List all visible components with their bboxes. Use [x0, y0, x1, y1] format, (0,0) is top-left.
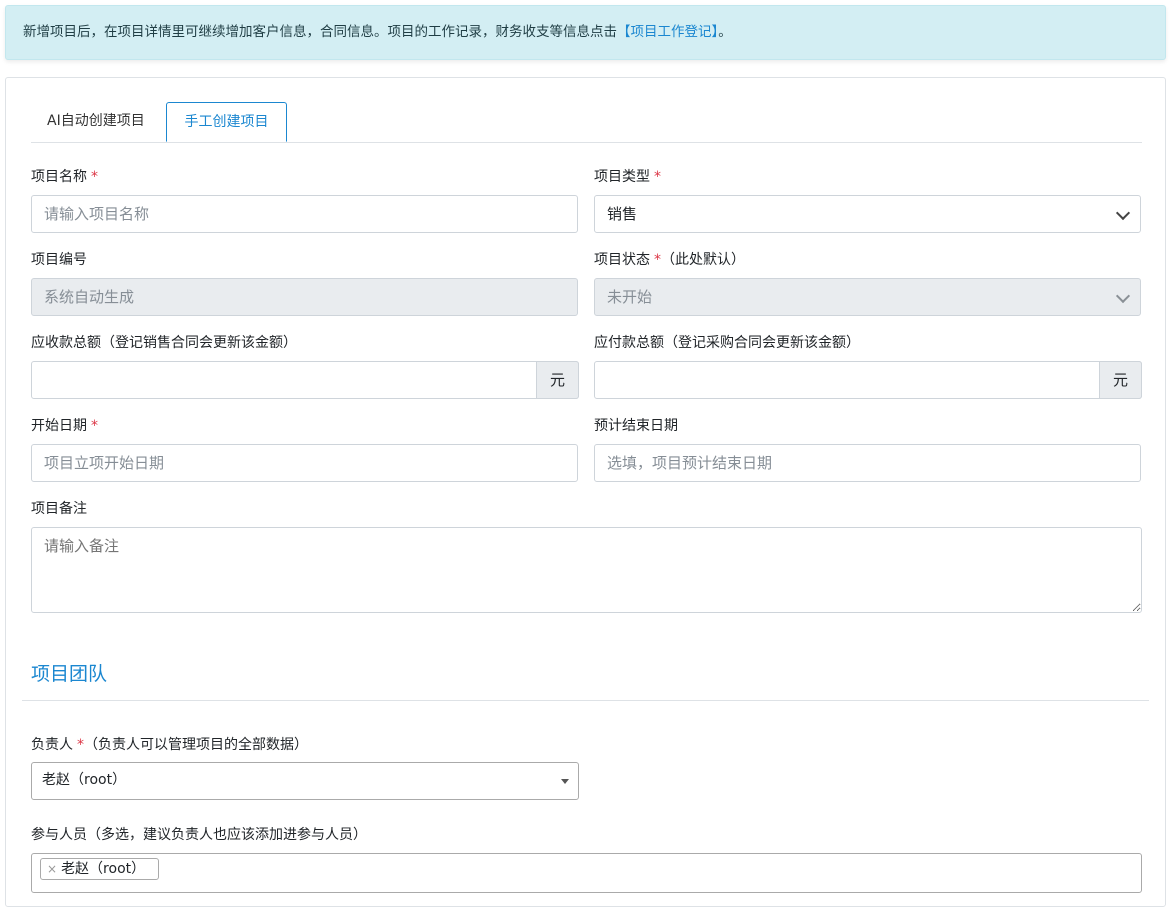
project-code-label: 项目编号: [31, 252, 87, 268]
payable-label: 应付款总额（登记采购合同会更新该金额）: [594, 335, 860, 351]
project-status-select: 未开始: [594, 278, 1141, 316]
section-divider: [22, 700, 1149, 701]
currency-unit-addon: 元: [536, 361, 579, 399]
notice-text: 新增项目后，在项目详情里可继续增加客户信息，合同信息。项目的工作记录，财务收支等…: [23, 24, 617, 40]
members-multiselect[interactable]: × 老赵（root）: [31, 853, 1142, 893]
tab-bar: AI自动创建项目 手工创建项目: [31, 102, 1142, 143]
end-date-label: 预计结束日期: [594, 418, 678, 434]
start-date-label: 开始日期 *: [31, 418, 98, 434]
project-name-label: 项目名称 *: [31, 169, 98, 185]
remark-textarea[interactable]: [31, 527, 1142, 613]
receivable-label: 应收款总额（登记销售合同会更新该金额）: [31, 335, 297, 351]
currency-unit-addon: 元: [1099, 361, 1142, 399]
start-date-input[interactable]: 项目立项开始日期: [31, 444, 578, 482]
project-status-label: 项目状态 *（此处默认）: [594, 252, 745, 268]
team-section-title: 项目团队: [31, 663, 108, 685]
payable-input[interactable]: 元: [594, 361, 1142, 399]
remark-label: 项目备注: [31, 501, 87, 517]
work-log-link[interactable]: 【项目工作登记】: [617, 24, 718, 40]
tab-ai-create[interactable]: AI自动创建项目: [31, 102, 161, 141]
project-form-card: AI自动创建项目 手工创建项目 项目名称 * 请输入项目名称 项目类型 * 销售 项…: [5, 77, 1166, 907]
project-type-select[interactable]: 销售: [594, 195, 1141, 233]
members-label: 参与人员（多选，建议负责人也应该添加进参与人员）: [31, 827, 367, 843]
remove-chip-icon[interactable]: ×: [47, 862, 57, 876]
chevron-down-icon: [1115, 205, 1131, 221]
chevron-down-icon: [1115, 288, 1131, 304]
caret-down-icon: [561, 779, 569, 784]
project-name-input[interactable]: 请输入项目名称: [31, 195, 578, 233]
tab-manual-create[interactable]: 手工创建项目: [166, 102, 287, 142]
member-chip-label: 老赵（root）: [61, 861, 146, 877]
owner-select[interactable]: 老赵（root）: [31, 762, 579, 800]
member-chip: × 老赵（root）: [40, 858, 160, 880]
owner-label: 负责人 *（负责人可以管理项目的全部数据）: [31, 737, 308, 753]
project-type-label: 项目类型 *: [594, 169, 661, 185]
end-date-input[interactable]: 选填，项目预计结束日期: [594, 444, 1141, 482]
notice-suffix: 。: [718, 24, 732, 40]
receivable-input[interactable]: 元: [31, 361, 579, 399]
info-notice: 新增项目后，在项目详情里可继续增加客户信息，合同信息。项目的工作记录，财务收支等…: [5, 5, 1166, 60]
project-code-input: 系统自动生成: [31, 278, 578, 316]
